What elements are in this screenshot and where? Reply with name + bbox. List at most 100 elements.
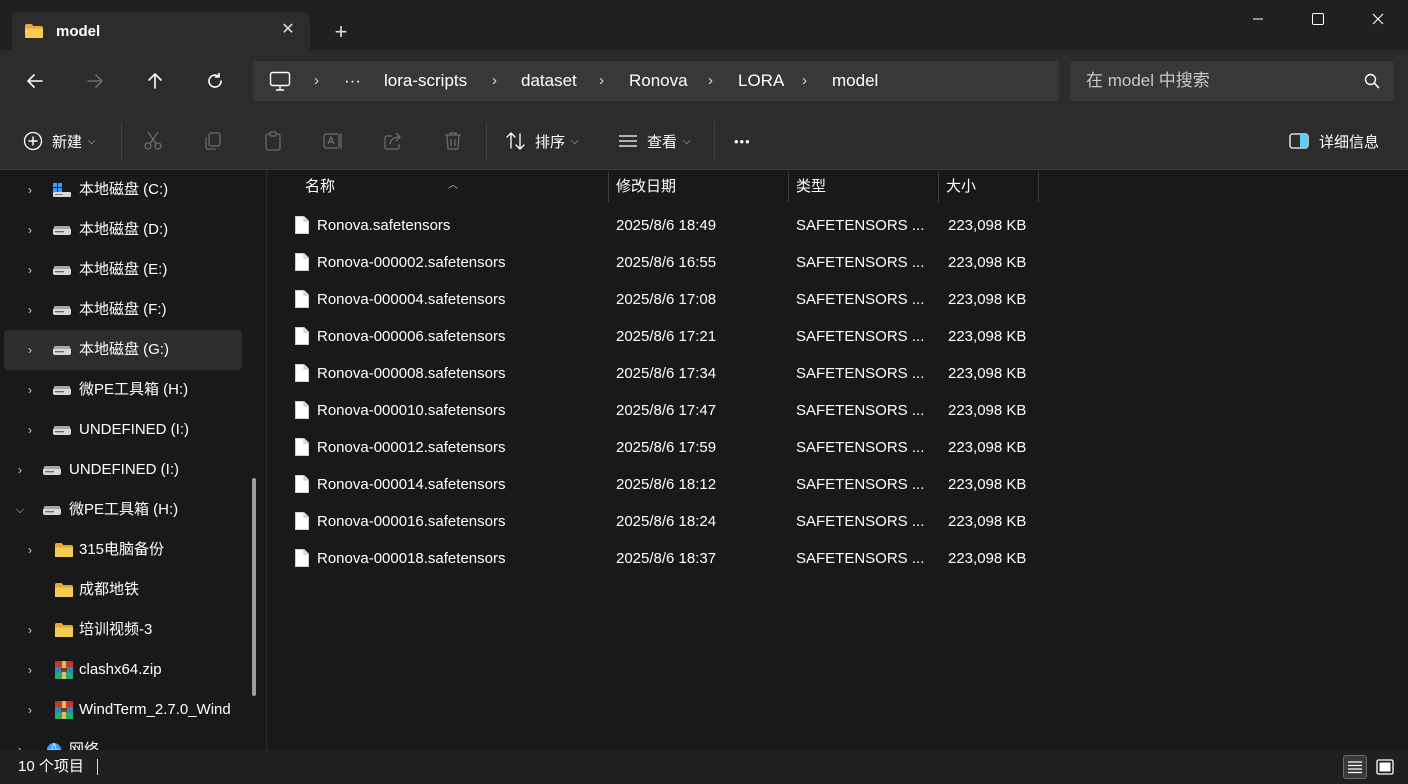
breadcrumb-overflow[interactable]: ··· [344,61,361,101]
sidebar-item-drive-h-root[interactable]: ⌵ 微PE工具箱 (H:) [4,490,242,530]
chevron-right-icon[interactable]: › [28,382,40,398]
sidebar-item-drive-f[interactable]: › 本地磁盘 (F:) [4,290,242,330]
file-row[interactable]: Ronova-000002.safetensors 2025/8/6 16:55 S… [287,244,1047,281]
file-row[interactable]: Ronova-000006.safetensors 2025/8/6 17:21 S… [287,318,1047,355]
breadcrumb-separator[interactable]: › [492,61,497,101]
sidebar-item-windterm-zip[interactable]: › WindTerm_2.7.0_Wind [4,690,242,730]
chevron-right-icon[interactable]: › [18,462,30,478]
column-divider[interactable] [1038,172,1039,202]
chevron-down-icon[interactable]: ⌵ [16,502,28,518]
minimize-button[interactable] [1228,0,1288,38]
new-button[interactable]: 新建 ⌵ [22,112,96,170]
breadcrumb-lora[interactable]: LORA [738,61,784,101]
cut-icon[interactable] [142,130,164,152]
file-type: SAFETENSORS ... [796,402,925,419]
forward-button[interactable] [78,64,112,98]
chevron-right-icon[interactable]: › [28,262,40,278]
tiles-view-button[interactable] [1373,755,1397,779]
search-icon [1364,73,1380,89]
search-input[interactable]: 在 model 中搜索 [1070,61,1394,101]
sidebar-item-clashx-zip[interactable]: › clashx64.zip [4,650,242,690]
chevron-right-icon[interactable]: › [28,622,40,638]
chevron-right-icon[interactable]: › [28,542,40,558]
chevron-right-icon[interactable]: › [28,422,40,438]
sidebar-item-folder-chengdu[interactable]: 成都地铁 [4,570,242,610]
chevron-right-icon[interactable]: › [28,222,40,238]
file-row[interactable]: Ronova-000014.safetensors 2025/8/6 18:12 S… [287,466,1047,503]
sidebar-item-label: clashx64.zip [79,661,162,678]
tiles-view-icon [1376,759,1394,775]
sidebar-item-drive-g[interactable]: › 本地磁盘 (G:) [4,330,242,370]
details-pane-button[interactable]: 详细信息 [1288,112,1379,170]
file-row[interactable]: Ronova-000016.safetensors 2025/8/6 18:24 S… [287,503,1047,540]
sidebar-item-label: WindTerm_2.7.0_Wind [79,701,231,718]
breadcrumb-separator[interactable]: › [708,61,713,101]
delete-icon[interactable] [442,130,464,152]
column-header-modified[interactable]: 修改日期 [616,170,676,203]
file-size: 223,098 KB [948,365,1027,382]
copy-icon[interactable] [202,130,224,152]
sidebar-item-drive-i-root[interactable]: › UNDEFINED (I:) [4,450,242,490]
archive-icon [55,701,73,719]
sidebar-item-drive-h[interactable]: › 微PE工具箱 (H:) [4,370,242,410]
file-row[interactable]: Ronova-000010.safetensors 2025/8/6 17:47 S… [287,392,1047,429]
tab-model[interactable]: model ✕ [12,12,310,50]
breadcrumb-ronova[interactable]: Ronova [629,61,688,101]
chevron-right-icon[interactable]: › [28,302,40,318]
column-header-name[interactable]: 名称 ︿ [305,170,605,203]
file-icon [295,401,309,419]
file-row[interactable]: Ronova-000012.safetensors 2025/8/6 17:59 S… [287,429,1047,466]
close-tab-icon[interactable]: ✕ [276,18,300,42]
close-window-button[interactable] [1348,0,1408,38]
maximize-button[interactable] [1288,0,1348,38]
sidebar-item-drive-c[interactable]: › 本地磁盘 (C:) [4,170,242,210]
sidebar-item-folder-315[interactable]: › 315电脑备份 [4,530,242,570]
breadcrumb-model[interactable]: model [832,61,878,101]
column-header-type[interactable]: 类型 [796,170,826,203]
breadcrumb-separator[interactable]: › [314,61,319,101]
sidebar-item-folder-training[interactable]: › 培训视频-3 [4,610,242,650]
details-view-button[interactable] [1343,755,1367,779]
back-button[interactable] [18,64,52,98]
column-divider[interactable] [788,172,789,202]
breadcrumb-separator[interactable]: › [802,61,807,101]
file-size: 223,098 KB [948,550,1027,567]
sidebar-item-drive-e[interactable]: › 本地磁盘 (E:) [4,250,242,290]
file-row[interactable]: Ronova.safetensors 2025/8/6 18:49 SAFETENS… [287,207,1047,244]
file-row[interactable]: Ronova-000008.safetensors 2025/8/6 17:34 S… [287,355,1047,392]
up-button[interactable] [138,64,172,98]
chevron-right-icon[interactable]: › [18,742,30,750]
sidebar-item-network[interactable]: › 网络 [4,730,242,750]
sort-button[interactable]: 排序 ⌵ [505,112,579,170]
chevron-right-icon[interactable]: › [28,662,40,678]
file-row[interactable]: Ronova-000018.safetensors 2025/8/6 18:37 S… [287,540,1047,577]
address-bar[interactable]: › ··· lora-scripts › dataset › Ronova › … [253,61,1059,101]
refresh-button[interactable] [198,64,232,98]
column-header-size[interactable]: 大小 [946,170,976,203]
breadcrumb-dataset[interactable]: dataset [521,61,577,101]
column-divider[interactable] [608,172,609,202]
chevron-right-icon[interactable]: › [28,182,40,198]
paste-icon[interactable] [262,130,284,152]
file-icon [295,364,309,382]
file-name: Ronova-000010.safetensors [317,402,506,419]
view-button[interactable]: 查看 ⌵ [617,112,691,170]
chevron-down-icon: ⌵ [571,135,579,147]
share-icon[interactable] [382,130,404,152]
new-tab-button[interactable]: + [326,18,356,46]
chevron-right-icon[interactable]: › [28,702,40,718]
tab-title: model [56,23,101,40]
breadcrumb-separator[interactable]: › [599,61,604,101]
breadcrumb-lora-scripts[interactable]: lora-scripts [384,61,467,101]
sidebar-item-drive-i[interactable]: › UNDEFINED (I:) [4,410,242,450]
chevron-right-icon[interactable]: › [28,342,40,358]
column-divider[interactable] [938,172,939,202]
file-modified: 2025/8/6 16:55 [616,254,717,271]
file-size: 223,098 KB [948,217,1027,234]
more-options-button[interactable]: ••• [734,112,751,170]
sidebar-scrollbar[interactable] [252,478,256,696]
file-size: 223,098 KB [948,476,1027,493]
sidebar-item-drive-d[interactable]: › 本地磁盘 (D:) [4,210,242,250]
file-row[interactable]: Ronova-000004.safetensors 2025/8/6 17:08 S… [287,281,1047,318]
rename-icon[interactable] [322,130,344,152]
